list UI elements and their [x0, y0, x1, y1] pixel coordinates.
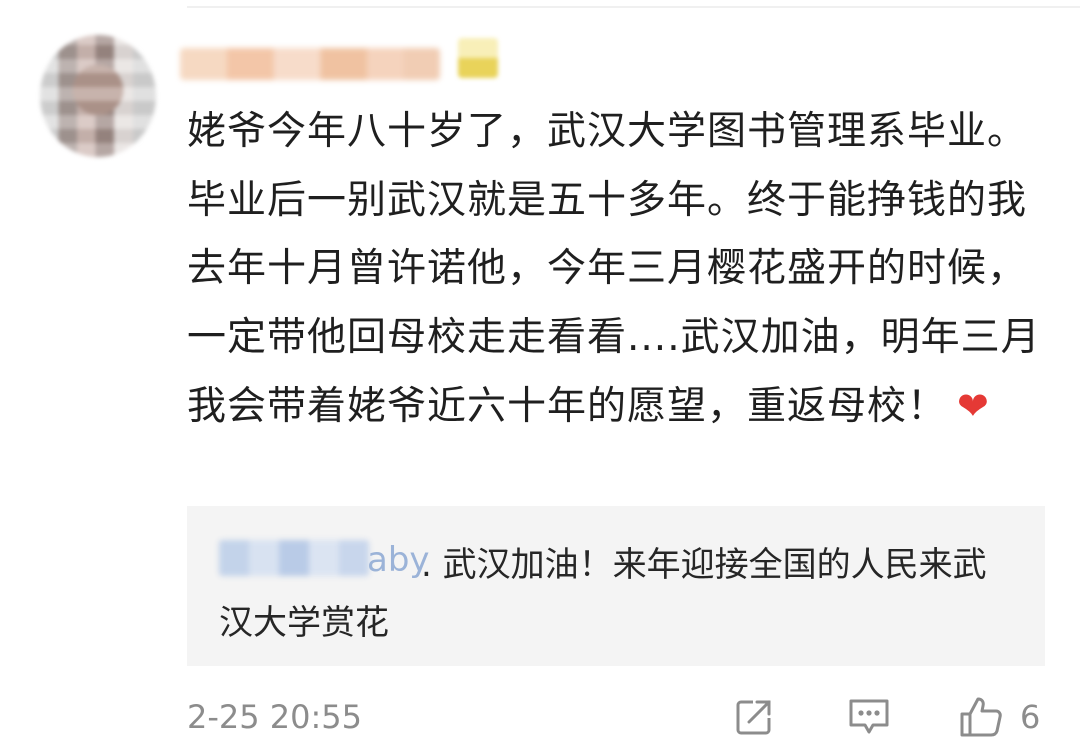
reply-text: . 武汉加油！来年迎接全国的人民来武汉大学赏花 [219, 545, 987, 643]
timestamp: 2-25 20:55 [187, 698, 363, 736]
like-button[interactable]: 6 [958, 693, 1068, 741]
comment-button[interactable] [847, 693, 891, 741]
heart-icon: ❤ [957, 384, 990, 428]
top-divider [187, 6, 1080, 8]
comment-bubble-icon [847, 696, 891, 738]
share-external-icon [733, 696, 775, 738]
avatar[interactable] [40, 35, 156, 157]
share-button[interactable] [733, 693, 777, 741]
comment-text: 姥爷今年八十岁了，武汉大学图书管理系毕业。毕业后一别武汉就是五十多年。终于能挣钱… [187, 109, 1041, 429]
vip-badge-icon [458, 38, 498, 78]
like-count: 6 [1020, 698, 1041, 736]
comment-body: 姥爷今年八十岁了，武汉大学图书管理系毕业。毕业后一别武汉就是五十多年。终于能挣钱… [187, 98, 1047, 442]
reply-box[interactable]: aby . 武汉加油！来年迎接全国的人民来武汉大学赏花 [187, 506, 1045, 666]
thumbs-up-icon [958, 695, 1004, 739]
user-name-blurred[interactable] [180, 48, 440, 80]
